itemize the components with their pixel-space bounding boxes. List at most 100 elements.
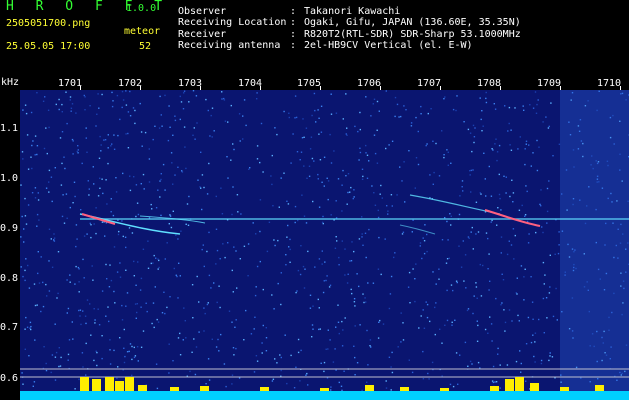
noise-speck: [508, 240, 510, 242]
noise-speck: [444, 96, 446, 98]
noise-speck: [115, 191, 118, 193]
noise-speck: [329, 133, 331, 136]
x-tick-label: 1708: [477, 78, 502, 89]
noise-speck: [110, 198, 112, 200]
receiver-key: Receiver: [178, 29, 227, 40]
noise-speck: [335, 200, 337, 202]
noise-speck: [318, 117, 320, 119]
noise-speck: [479, 97, 481, 99]
noise-speck: [95, 207, 97, 209]
noise-speck: [285, 254, 287, 256]
noise-speck: [391, 351, 393, 354]
noise-speck: [508, 309, 511, 311]
noise-speck: [96, 364, 98, 367]
noise-speck: [177, 238, 179, 240]
noise-speck: [156, 387, 159, 390]
noise-speck: [508, 122, 510, 125]
noise-speck: [359, 111, 361, 114]
noise-speck: [153, 254, 155, 257]
noise-speck: [401, 233, 404, 235]
noise-speck: [366, 177, 369, 179]
noise-speck: [484, 328, 487, 331]
noise-speck: [80, 323, 82, 326]
noise-speck: [279, 354, 281, 356]
noise-speck: [546, 187, 549, 190]
noise-speck: [455, 280, 458, 282]
noise-speck: [196, 122, 198, 124]
noise-speck: [320, 131, 323, 133]
noise-speck: [238, 113, 241, 115]
noise-speck: [272, 205, 274, 207]
noise-speck: [424, 224, 426, 226]
noise-speck: [446, 289, 448, 292]
noise-speck: [512, 228, 515, 230]
noise-speck: [327, 348, 329, 350]
noise-speck: [123, 328, 125, 331]
noise-speck: [280, 272, 282, 274]
noise-speck: [110, 279, 113, 282]
noise-speck: [469, 360, 472, 363]
noise-speck: [173, 267, 175, 270]
histogram-bar: [200, 386, 209, 391]
noise-speck: [259, 230, 261, 233]
noise-speck: [243, 339, 245, 341]
noise-speck: [503, 175, 505, 177]
noise-speck: [92, 166, 94, 168]
noise-speck: [231, 383, 233, 385]
noise-speck: [385, 147, 387, 150]
noise-speck: [131, 358, 133, 361]
noise-speck: [378, 110, 380, 112]
noise-speck: [36, 213, 39, 216]
noise-speck: [474, 127, 476, 129]
noise-speck: [491, 219, 493, 222]
noise-speck: [345, 93, 347, 95]
noise-speck: [356, 362, 359, 364]
noise-speck: [75, 265, 77, 268]
noise-speck: [426, 233, 428, 236]
noise-speck: [520, 371, 522, 373]
noise-speck: [322, 215, 324, 218]
noise-speck: [107, 162, 109, 165]
noise-speck: [312, 200, 314, 203]
x-tick-label: 1704: [238, 78, 263, 89]
noise-speck: [321, 250, 323, 252]
noise-speck: [508, 106, 511, 109]
x-tick-label: 1705: [297, 78, 322, 89]
noise-speck: [261, 342, 263, 344]
noise-speck: [318, 258, 321, 260]
noise-speck: [353, 189, 355, 191]
noise-speck: [202, 244, 204, 246]
noise-speck: [558, 244, 560, 246]
noise-speck: [108, 320, 110, 323]
noise-speck: [525, 380, 527, 382]
noise-speck: [286, 236, 288, 238]
noise-speck: [38, 282, 41, 284]
noise-speck: [475, 282, 477, 284]
noise-speck: [132, 107, 135, 109]
noise-speck: [136, 303, 138, 305]
noise-speck: [104, 139, 107, 141]
file-datetime: 25.05.05 17:00: [6, 41, 91, 52]
noise-speck: [450, 224, 452, 226]
noise-speck: [261, 352, 263, 354]
noise-speck: [36, 304, 38, 306]
noise-speck: [203, 265, 205, 268]
noise-speck: [262, 171, 264, 173]
noise-speck: [36, 145, 39, 147]
noise-speck: [482, 264, 484, 267]
noise-speck: [415, 157, 418, 159]
noise-speck: [97, 195, 100, 197]
noise-speck: [215, 195, 217, 198]
noise-speck: [361, 168, 364, 170]
histogram-bar: [170, 387, 179, 391]
noise-speck: [546, 222, 548, 224]
noise-speck: [488, 165, 490, 168]
noise-speck: [455, 352, 458, 354]
noise-speck: [225, 385, 227, 388]
noise-speck: [61, 162, 63, 165]
histogram-bar: [80, 377, 89, 391]
noise-speck: [134, 355, 137, 357]
noise-speck: [312, 305, 314, 307]
noise-speck: [434, 306, 436, 309]
noise-speck: [179, 332, 181, 335]
